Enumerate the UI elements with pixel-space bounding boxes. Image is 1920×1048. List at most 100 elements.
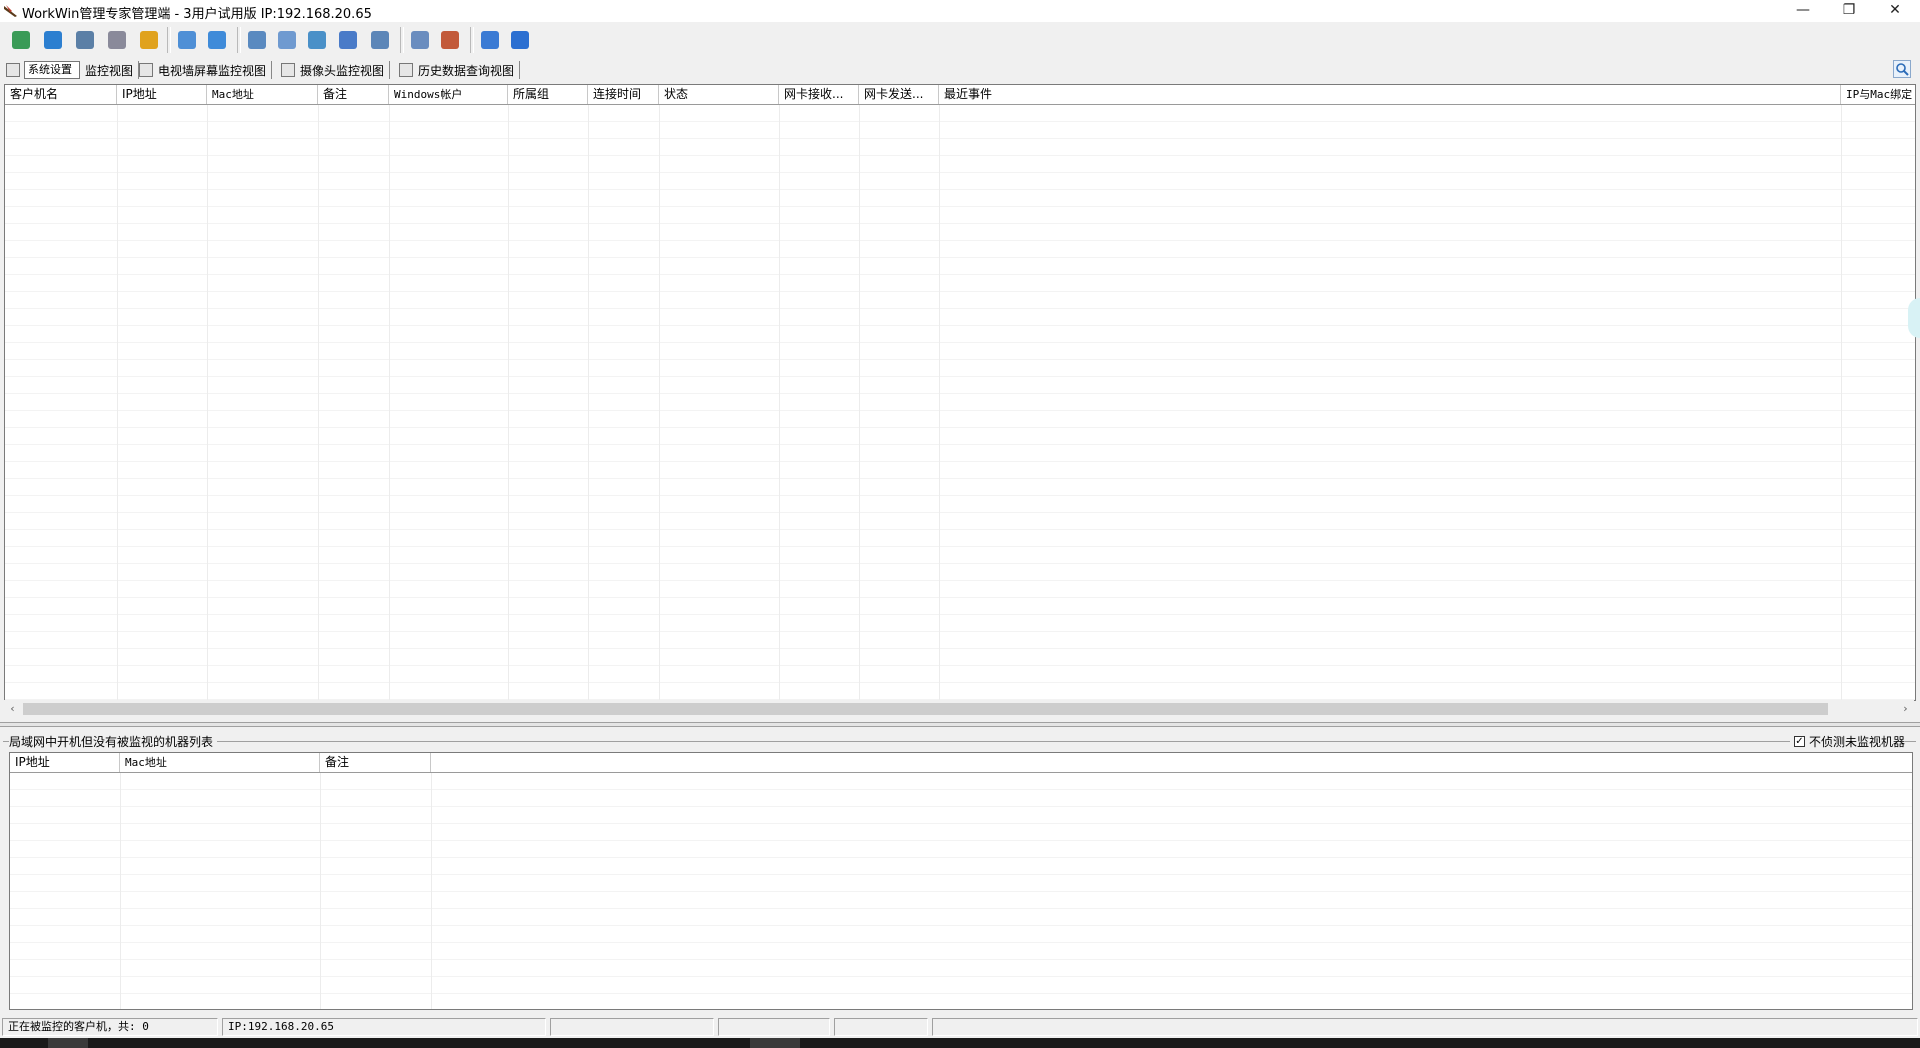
col-ip-address[interactable]: IP地址: [117, 85, 207, 104]
no-detect-label: 不侦测未监视机器: [1809, 735, 1906, 749]
remote-control-icon: [278, 31, 296, 49]
client-table: 客户机名 IP地址 Mac地址 备注 Windows帐户 所属组 连接时间 状态…: [4, 84, 1916, 701]
grid-line: [117, 105, 118, 700]
tab-history-view[interactable]: 历史数据查询视图: [399, 61, 521, 79]
col-nic-receive[interactable]: 网卡接收...: [779, 85, 859, 104]
usb-transfer-button[interactable]: [173, 26, 201, 54]
grid-line: [389, 105, 390, 700]
document-search-button[interactable]: [303, 26, 331, 54]
database-icon: [12, 31, 30, 49]
tab-tv-wall-view[interactable]: 电视墙屏幕监控视图: [139, 61, 273, 79]
tab-camera-view[interactable]: 摄像头监控视图: [281, 61, 391, 79]
status-panel-empty: [932, 1018, 1918, 1036]
grid-line: [320, 773, 321, 1009]
toolbar: [0, 22, 1920, 58]
grid-line: [318, 105, 319, 700]
col-mac-address[interactable]: Mac地址: [207, 85, 318, 104]
lan-machine-table: IP地址 Mac地址 备注: [9, 752, 1913, 1010]
usb-transfer-icon: [178, 31, 196, 49]
screen-gear-icon: [76, 31, 94, 49]
tv-wall-icon: [139, 63, 153, 77]
minimize-button[interactable]: —: [1780, 0, 1826, 22]
col-windows-account[interactable]: Windows帐户: [389, 85, 508, 104]
tab-label: 历史数据查询视图: [418, 63, 515, 78]
grid-line: [588, 105, 589, 700]
status-panel-empty: [834, 1018, 928, 1036]
no-detect-option[interactable]: ✓ 不侦测未监视机器: [1790, 733, 1906, 750]
monitor-button[interactable]: [243, 26, 271, 54]
tab-separator: [389, 61, 391, 79]
col-lan-remark[interactable]: 备注: [320, 753, 431, 772]
keyboard-icon: [481, 31, 499, 49]
col-connect-time[interactable]: 连接时间: [588, 85, 659, 104]
policy-button[interactable]: [436, 26, 464, 54]
system-settings-button[interactable]: [71, 26, 99, 54]
col-recent-event[interactable]: 最近事件: [939, 85, 1841, 104]
lan-table-header: IP地址 Mac地址 备注: [10, 753, 1912, 773]
scroll-left-icon[interactable]: ‹: [4, 700, 21, 718]
title-bar: WorkWin管理专家管理端 - 3用户试用版 IP:192.168.20.65…: [0, 0, 1920, 22]
disc-icon: [371, 31, 389, 49]
scrollbar-thumb[interactable]: [23, 703, 1828, 715]
users-group-button[interactable]: [135, 26, 163, 54]
taskbar-strip: [0, 1038, 1920, 1048]
col-remark[interactable]: 备注: [318, 85, 389, 104]
window-title: WorkWin管理专家管理端 - 3用户试用版 IP:192.168.20.65: [22, 7, 372, 22]
side-panel-handle[interactable]: [1908, 298, 1920, 338]
tab-label: 电视墙屏幕监控视图: [158, 63, 267, 78]
report-icon: [411, 31, 429, 49]
status-panel-empty: [718, 1018, 830, 1036]
grid-line: [779, 105, 780, 700]
policy-icon: [441, 31, 459, 49]
help-icon: [511, 31, 529, 49]
monitor-icon: [248, 31, 266, 49]
col-lan-ip-address[interactable]: IP地址: [10, 753, 120, 772]
col-status[interactable]: 状态: [659, 85, 779, 104]
disc-button[interactable]: [366, 26, 394, 54]
user-mail-icon: [108, 31, 126, 49]
keyboard-button[interactable]: [476, 26, 504, 54]
tab-separator: [271, 61, 273, 79]
pane-splitter[interactable]: [0, 722, 1920, 727]
grid-line: [859, 105, 860, 700]
col-nic-send[interactable]: 网卡发送...: [859, 85, 939, 104]
help-button[interactable]: [506, 26, 534, 54]
col-ip-mac-binding[interactable]: IP与Mac绑定: [1841, 85, 1915, 104]
grid-line: [1841, 105, 1842, 700]
no-detect-checkbox[interactable]: ✓: [1794, 736, 1805, 747]
users-group-icon: [140, 31, 158, 49]
grid-line: [431, 773, 432, 1009]
col-client-name[interactable]: 客户机名: [5, 85, 117, 104]
report-button[interactable]: [406, 26, 434, 54]
col-group[interactable]: 所属组: [508, 85, 588, 104]
grid-line: [207, 105, 208, 700]
search-icon[interactable]: [1893, 60, 1911, 78]
taskbar-segment: [48, 1038, 88, 1048]
usb-drive-button[interactable]: [203, 26, 231, 54]
camera-icon: [281, 63, 295, 77]
tab-separator: [519, 61, 521, 79]
toolbar-separator: [400, 27, 404, 53]
multi-screen-icon: [339, 31, 357, 49]
remote-control-button[interactable]: [273, 26, 301, 54]
horizontal-scrollbar[interactable]: ‹ ›: [4, 700, 1914, 718]
grid-line: [120, 773, 121, 1009]
app-logo-icon: [4, 5, 17, 17]
multi-screen-button[interactable]: [334, 26, 362, 54]
toolbar-separator: [167, 27, 171, 53]
restore-button[interactable]: ❐: [1826, 0, 1872, 22]
status-monitored-count: 正在被监控的客户机，共: 0: [2, 1018, 218, 1036]
user-mail-button[interactable]: [103, 26, 131, 54]
section-divider: [3, 741, 1916, 742]
col-lan-mac-address[interactable]: Mac地址: [120, 753, 320, 772]
status-panel-empty: [550, 1018, 714, 1036]
taskbar-segment: [750, 1038, 800, 1048]
network-button[interactable]: [39, 26, 67, 54]
scroll-right-icon[interactable]: ›: [1897, 700, 1914, 718]
database-button[interactable]: [7, 26, 35, 54]
globe-icon: [44, 31, 62, 49]
client-table-body: [5, 105, 1915, 700]
monitor-view-icon: [6, 63, 20, 77]
close-button[interactable]: ✕: [1872, 0, 1918, 22]
toolbar-tooltip: 系统设置: [24, 61, 80, 79]
